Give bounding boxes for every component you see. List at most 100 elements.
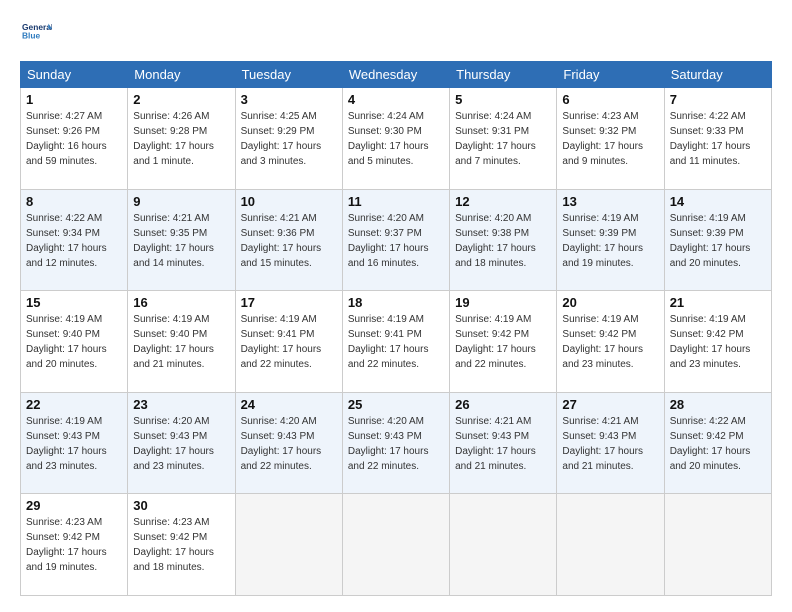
- daylight-label: Daylight: 17 hours and 22 minutes.: [241, 446, 322, 472]
- day-info: Sunrise: 4:25 AM Sunset: 9:29 PM Dayligh…: [241, 109, 337, 169]
- sunrise-label: Sunrise: 4:23 AM: [133, 517, 209, 528]
- sunset-label: Sunset: 9:43 PM: [348, 431, 422, 442]
- sunset-label: Sunset: 9:28 PM: [133, 126, 207, 137]
- day-number: 10: [241, 194, 337, 209]
- day-number: 6: [562, 92, 658, 107]
- daylight-label: Daylight: 17 hours and 3 minutes.: [241, 141, 322, 167]
- calendar-cell: 8 Sunrise: 4:22 AM Sunset: 9:34 PM Dayli…: [21, 189, 128, 291]
- daylight-label: Daylight: 17 hours and 21 minutes.: [133, 344, 214, 370]
- day-number: 8: [26, 194, 122, 209]
- sunset-label: Sunset: 9:36 PM: [241, 228, 315, 239]
- week-row-2: 8 Sunrise: 4:22 AM Sunset: 9:34 PM Dayli…: [21, 189, 772, 291]
- day-number: 15: [26, 295, 122, 310]
- sunrise-label: Sunrise: 4:20 AM: [348, 213, 424, 224]
- calendar-cell: 23 Sunrise: 4:20 AM Sunset: 9:43 PM Dayl…: [128, 392, 235, 494]
- sunset-label: Sunset: 9:33 PM: [670, 126, 744, 137]
- day-info: Sunrise: 4:27 AM Sunset: 9:26 PM Dayligh…: [26, 109, 122, 169]
- day-number: 23: [133, 397, 229, 412]
- daylight-label: Daylight: 17 hours and 21 minutes.: [455, 446, 536, 472]
- sunset-label: Sunset: 9:38 PM: [455, 228, 529, 239]
- day-info: Sunrise: 4:22 AM Sunset: 9:42 PM Dayligh…: [670, 414, 766, 474]
- daylight-label: Daylight: 17 hours and 19 minutes.: [562, 243, 643, 269]
- calendar-cell: [557, 494, 664, 596]
- calendar-cell: 9 Sunrise: 4:21 AM Sunset: 9:35 PM Dayli…: [128, 189, 235, 291]
- sunset-label: Sunset: 9:40 PM: [26, 329, 100, 340]
- calendar-cell: 24 Sunrise: 4:20 AM Sunset: 9:43 PM Dayl…: [235, 392, 342, 494]
- sunrise-label: Sunrise: 4:19 AM: [133, 314, 209, 325]
- daylight-label: Daylight: 17 hours and 23 minutes.: [562, 344, 643, 370]
- calendar-cell: 21 Sunrise: 4:19 AM Sunset: 9:42 PM Dayl…: [664, 291, 771, 393]
- sunrise-label: Sunrise: 4:21 AM: [455, 416, 531, 427]
- sunrise-label: Sunrise: 4:24 AM: [455, 111, 531, 122]
- calendar-cell: 2 Sunrise: 4:26 AM Sunset: 9:28 PM Dayli…: [128, 88, 235, 190]
- day-info: Sunrise: 4:20 AM Sunset: 9:43 PM Dayligh…: [241, 414, 337, 474]
- day-number: 26: [455, 397, 551, 412]
- day-info: Sunrise: 4:19 AM Sunset: 9:41 PM Dayligh…: [348, 312, 444, 372]
- day-info: Sunrise: 4:19 AM Sunset: 9:43 PM Dayligh…: [26, 414, 122, 474]
- day-number: 25: [348, 397, 444, 412]
- sunrise-label: Sunrise: 4:19 AM: [26, 314, 102, 325]
- calendar-cell: 4 Sunrise: 4:24 AM Sunset: 9:30 PM Dayli…: [342, 88, 449, 190]
- daylight-label: Daylight: 17 hours and 9 minutes.: [562, 141, 643, 167]
- calendar-cell: 25 Sunrise: 4:20 AM Sunset: 9:43 PM Dayl…: [342, 392, 449, 494]
- daylight-label: Daylight: 17 hours and 22 minutes.: [348, 446, 429, 472]
- day-info: Sunrise: 4:23 AM Sunset: 9:32 PM Dayligh…: [562, 109, 658, 169]
- day-info: Sunrise: 4:19 AM Sunset: 9:40 PM Dayligh…: [26, 312, 122, 372]
- calendar-cell: 5 Sunrise: 4:24 AM Sunset: 9:31 PM Dayli…: [450, 88, 557, 190]
- week-row-5: 29 Sunrise: 4:23 AM Sunset: 9:42 PM Dayl…: [21, 494, 772, 596]
- sunset-label: Sunset: 9:43 PM: [241, 431, 315, 442]
- sunrise-label: Sunrise: 4:21 AM: [241, 213, 317, 224]
- header: General Blue: [20, 16, 772, 51]
- column-header-wednesday: Wednesday: [342, 62, 449, 88]
- day-number: 11: [348, 194, 444, 209]
- svg-text:Blue: Blue: [22, 31, 41, 41]
- column-header-tuesday: Tuesday: [235, 62, 342, 88]
- daylight-label: Daylight: 17 hours and 12 minutes.: [26, 243, 107, 269]
- sunset-label: Sunset: 9:26 PM: [26, 126, 100, 137]
- day-info: Sunrise: 4:21 AM Sunset: 9:43 PM Dayligh…: [562, 414, 658, 474]
- sunset-label: Sunset: 9:42 PM: [455, 329, 529, 340]
- sunrise-label: Sunrise: 4:21 AM: [562, 416, 638, 427]
- sunrise-label: Sunrise: 4:19 AM: [562, 314, 638, 325]
- daylight-label: Daylight: 17 hours and 1 minute.: [133, 141, 214, 167]
- sunrise-label: Sunrise: 4:22 AM: [670, 111, 746, 122]
- sunrise-label: Sunrise: 4:22 AM: [670, 416, 746, 427]
- column-header-friday: Friday: [557, 62, 664, 88]
- day-number: 20: [562, 295, 658, 310]
- sunrise-label: Sunrise: 4:19 AM: [348, 314, 424, 325]
- day-number: 28: [670, 397, 766, 412]
- sunrise-label: Sunrise: 4:24 AM: [348, 111, 424, 122]
- sunset-label: Sunset: 9:43 PM: [133, 431, 207, 442]
- daylight-label: Daylight: 17 hours and 21 minutes.: [562, 446, 643, 472]
- day-info: Sunrise: 4:20 AM Sunset: 9:38 PM Dayligh…: [455, 211, 551, 271]
- column-header-thursday: Thursday: [450, 62, 557, 88]
- day-number: 7: [670, 92, 766, 107]
- week-row-1: 1 Sunrise: 4:27 AM Sunset: 9:26 PM Dayli…: [21, 88, 772, 190]
- day-number: 19: [455, 295, 551, 310]
- calendar-cell: 1 Sunrise: 4:27 AM Sunset: 9:26 PM Dayli…: [21, 88, 128, 190]
- day-info: Sunrise: 4:21 AM Sunset: 9:35 PM Dayligh…: [133, 211, 229, 271]
- daylight-label: Daylight: 17 hours and 23 minutes.: [133, 446, 214, 472]
- sunrise-label: Sunrise: 4:19 AM: [670, 213, 746, 224]
- day-number: 17: [241, 295, 337, 310]
- sunset-label: Sunset: 9:43 PM: [562, 431, 636, 442]
- sunrise-label: Sunrise: 4:27 AM: [26, 111, 102, 122]
- calendar-cell: 19 Sunrise: 4:19 AM Sunset: 9:42 PM Dayl…: [450, 291, 557, 393]
- calendar-cell: 14 Sunrise: 4:19 AM Sunset: 9:39 PM Dayl…: [664, 189, 771, 291]
- day-info: Sunrise: 4:21 AM Sunset: 9:43 PM Dayligh…: [455, 414, 551, 474]
- sunset-label: Sunset: 9:39 PM: [670, 228, 744, 239]
- day-number: 29: [26, 498, 122, 513]
- sunrise-label: Sunrise: 4:19 AM: [241, 314, 317, 325]
- calendar-cell: [664, 494, 771, 596]
- daylight-label: Daylight: 17 hours and 11 minutes.: [670, 141, 751, 167]
- sunset-label: Sunset: 9:30 PM: [348, 126, 422, 137]
- day-info: Sunrise: 4:19 AM Sunset: 9:41 PM Dayligh…: [241, 312, 337, 372]
- day-info: Sunrise: 4:19 AM Sunset: 9:42 PM Dayligh…: [455, 312, 551, 372]
- calendar-cell: 20 Sunrise: 4:19 AM Sunset: 9:42 PM Dayl…: [557, 291, 664, 393]
- day-number: 12: [455, 194, 551, 209]
- day-number: 24: [241, 397, 337, 412]
- day-number: 13: [562, 194, 658, 209]
- logo-icon: General Blue: [22, 16, 52, 46]
- daylight-label: Daylight: 17 hours and 22 minutes.: [455, 344, 536, 370]
- daylight-label: Daylight: 17 hours and 20 minutes.: [670, 446, 751, 472]
